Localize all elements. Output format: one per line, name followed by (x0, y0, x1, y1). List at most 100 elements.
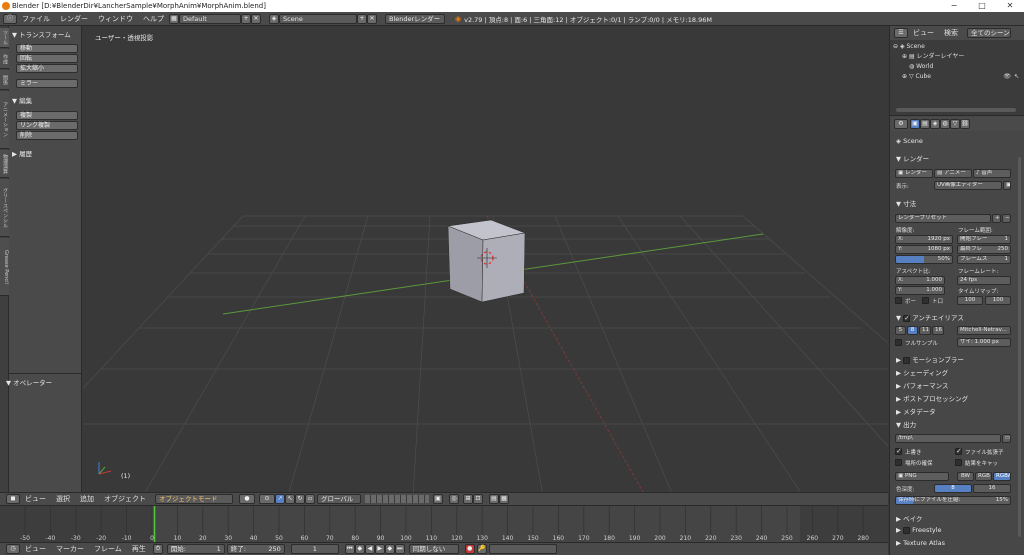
texture-atlas-panel-header[interactable]: ▶ Texture Atlas (896, 539, 945, 547)
render-tab-icon[interactable]: ▣ (910, 119, 920, 129)
transform-panel-header[interactable]: ▼ トランスフォーム (12, 29, 71, 39)
menu-object[interactable]: オブジェクト (99, 492, 151, 506)
layout-icon[interactable]: ▦ (169, 13, 179, 24)
delete-button[interactable]: 削除 (16, 131, 78, 140)
resolution-x-field[interactable]: X: 1920 px (895, 235, 953, 244)
tab-physics[interactable]: 物理演算 (0, 150, 9, 178)
tab-tools[interactable]: ツール (0, 28, 9, 48)
renderlayers-tab-icon[interactable]: ▤ (920, 119, 930, 129)
anti-aliasing-checkbox[interactable] (903, 314, 911, 322)
selectability-icon[interactable]: ↖ (1014, 72, 1019, 81)
3d-viewport[interactable]: ユーザー・透視投影 (1) (83, 26, 888, 492)
menu-help[interactable]: ヘルプ (138, 12, 169, 26)
anti-aliasing-panel-header[interactable]: ▼ アンチエイリアス (896, 312, 964, 323)
motion-blur-checkbox[interactable] (903, 356, 911, 364)
preview-range-icon[interactable]: ⏱ (152, 544, 163, 554)
outliner-filter-select[interactable]: 全てのシーン (967, 28, 1011, 38)
motion-blur-panel-header[interactable]: ▶ モーションブラー (896, 354, 964, 364)
scene-icon[interactable]: ◈ (269, 13, 279, 24)
menu-file[interactable]: ファイル (17, 12, 55, 26)
cube-right-face[interactable] (481, 232, 526, 303)
file-format-select[interactable]: ▣ PNG (895, 472, 949, 481)
constraints-tab-icon[interactable]: ⛓ (960, 119, 970, 129)
keying-set-icon[interactable]: 🔑 (476, 544, 487, 554)
outliner-row-cube[interactable]: ⊕ ▽ Cube 👁 ↖ (890, 72, 1024, 81)
display-select[interactable]: UV画像エディター (934, 181, 1002, 190)
timeline-menu-playback[interactable]: 再生 (127, 542, 151, 555)
outliner-menu-view[interactable]: ビュー (908, 26, 939, 40)
object-tab-icon[interactable]: ▽ (950, 119, 960, 129)
shading-select-icon[interactable]: ● (239, 494, 255, 504)
jump-start-icon[interactable]: ⏮ (344, 544, 355, 554)
duplicate-linked-button[interactable]: リンク複製 (16, 121, 78, 130)
timeline-menu-view[interactable]: ビュー (20, 542, 51, 555)
prev-keyframe-icon[interactable]: ◆ (354, 544, 365, 554)
duplicate-button[interactable]: 複製 (16, 111, 78, 120)
remap-old-field[interactable]: 100 (957, 296, 983, 305)
add-preset-button[interactable]: + (992, 214, 1001, 223)
tab-grease-pencil-jp[interactable]: グリースペンシル (0, 179, 9, 237)
keying-set-field[interactable] (488, 544, 557, 554)
tab-animation[interactable]: アニメーション (0, 91, 9, 149)
lock-layers-icon[interactable]: ▣ (433, 494, 443, 504)
menu-window[interactable]: ウィンドウ (93, 12, 138, 26)
filter-size-field[interactable]: サイ: 1.000 px (957, 338, 1011, 347)
scene-select[interactable]: Scene (279, 13, 357, 24)
menu-select[interactable]: 選択 (51, 492, 75, 506)
add-layout-button[interactable]: + (241, 13, 251, 24)
output-panel-header[interactable]: ▼ 出力 (896, 419, 916, 429)
resolution-y-field[interactable]: Y: 1080 px (895, 245, 953, 254)
rotate-button[interactable]: 回転 (16, 54, 78, 63)
placeholders-checkbox[interactable] (895, 459, 902, 466)
minimize-button[interactable]: − (940, 0, 968, 12)
frame-step-field[interactable]: フレームス 1 (957, 255, 1011, 264)
freestyle-panel-header[interactable]: ▶ Freestyle (896, 526, 942, 534)
menu-view[interactable]: ビュー (20, 492, 51, 506)
add-scene-button[interactable]: + (357, 13, 367, 24)
operator-panel-header[interactable]: ▼ オペレーター (6, 377, 52, 387)
aa-filter-select[interactable]: Mitchell-Netrav... (957, 326, 1011, 335)
rotate-manipulator-icon[interactable]: ↻ (295, 494, 305, 504)
render-image-button[interactable]: ▣ レンダー (895, 169, 933, 178)
output-path-field[interactable]: /tmp\ (895, 434, 1001, 443)
render-audio-button[interactable]: ♪ 音声 (973, 169, 1011, 178)
outliner-menu-search[interactable]: 検索 (939, 26, 963, 40)
editor-type-icon[interactable]: ⓘ (3, 13, 17, 24)
timeline-menu-frame[interactable]: フレーム (89, 542, 127, 555)
play-icon[interactable]: ▶ (374, 544, 385, 554)
full-sample-checkbox[interactable] (895, 339, 902, 346)
overwrite-checkbox[interactable] (895, 447, 902, 455)
opengl-render-icon[interactable]: ▦ (499, 494, 509, 504)
color-depth-16-button[interactable]: 16 (973, 484, 1011, 493)
compression-slider[interactable]: 保存時にファイルを圧縮: 15% (895, 496, 1011, 505)
outliner-editor-type-icon[interactable]: ☰ (894, 28, 908, 38)
outliner-row-scene[interactable]: ⊖ ◈ Scene (890, 42, 1024, 51)
current-frame-field[interactable]: 1 (290, 544, 339, 554)
aa-samples-8[interactable]: 8 (907, 326, 918, 335)
tab-relations[interactable]: 関係 (0, 70, 9, 90)
snap-element-icon[interactable]: ⊡ (473, 494, 483, 504)
close-button[interactable]: ✕ (996, 0, 1024, 12)
properties-scrollbar[interactable] (1018, 157, 1021, 537)
color-rgba-button[interactable]: RGBA (993, 472, 1011, 481)
layer-buttons[interactable] (365, 495, 429, 503)
menu-render[interactable]: レンダー (55, 12, 93, 26)
metadata-panel-header[interactable]: ▶ メタデータ (896, 406, 936, 416)
fps-select[interactable]: 24 fps (957, 276, 1011, 285)
freestyle-checkbox[interactable] (903, 526, 911, 534)
dimensions-panel-header[interactable]: ▼ 寸法 (896, 198, 916, 208)
translate-manipulator-icon[interactable]: ↖ (285, 494, 295, 504)
render-preset-select[interactable]: レンダープリセット (895, 214, 991, 223)
timeline-menu-marker[interactable]: マーカー (51, 542, 89, 555)
aa-samples-11[interactable]: 11 (919, 326, 931, 335)
render-animation-button[interactable]: ▤ アニメー (934, 169, 972, 178)
scale-button[interactable]: 拡大縮小 (16, 64, 78, 73)
tab-create[interactable]: 作成 (0, 49, 9, 69)
outliner-row-world[interactable]: ◍ World (890, 62, 1024, 71)
outliner-row-renderlayers[interactable]: ⊕ ▤ レンダーレイヤー (890, 52, 1024, 61)
next-keyframe-icon[interactable]: ◆ (384, 544, 395, 554)
visibility-eye-icon[interactable]: 👁 (1003, 72, 1011, 81)
aa-samples-5[interactable]: 5 (895, 326, 906, 335)
history-panel-header[interactable]: ▶ 履歴 (12, 148, 32, 158)
tab-grease-pencil[interactable]: Grease Pencil (0, 238, 9, 296)
